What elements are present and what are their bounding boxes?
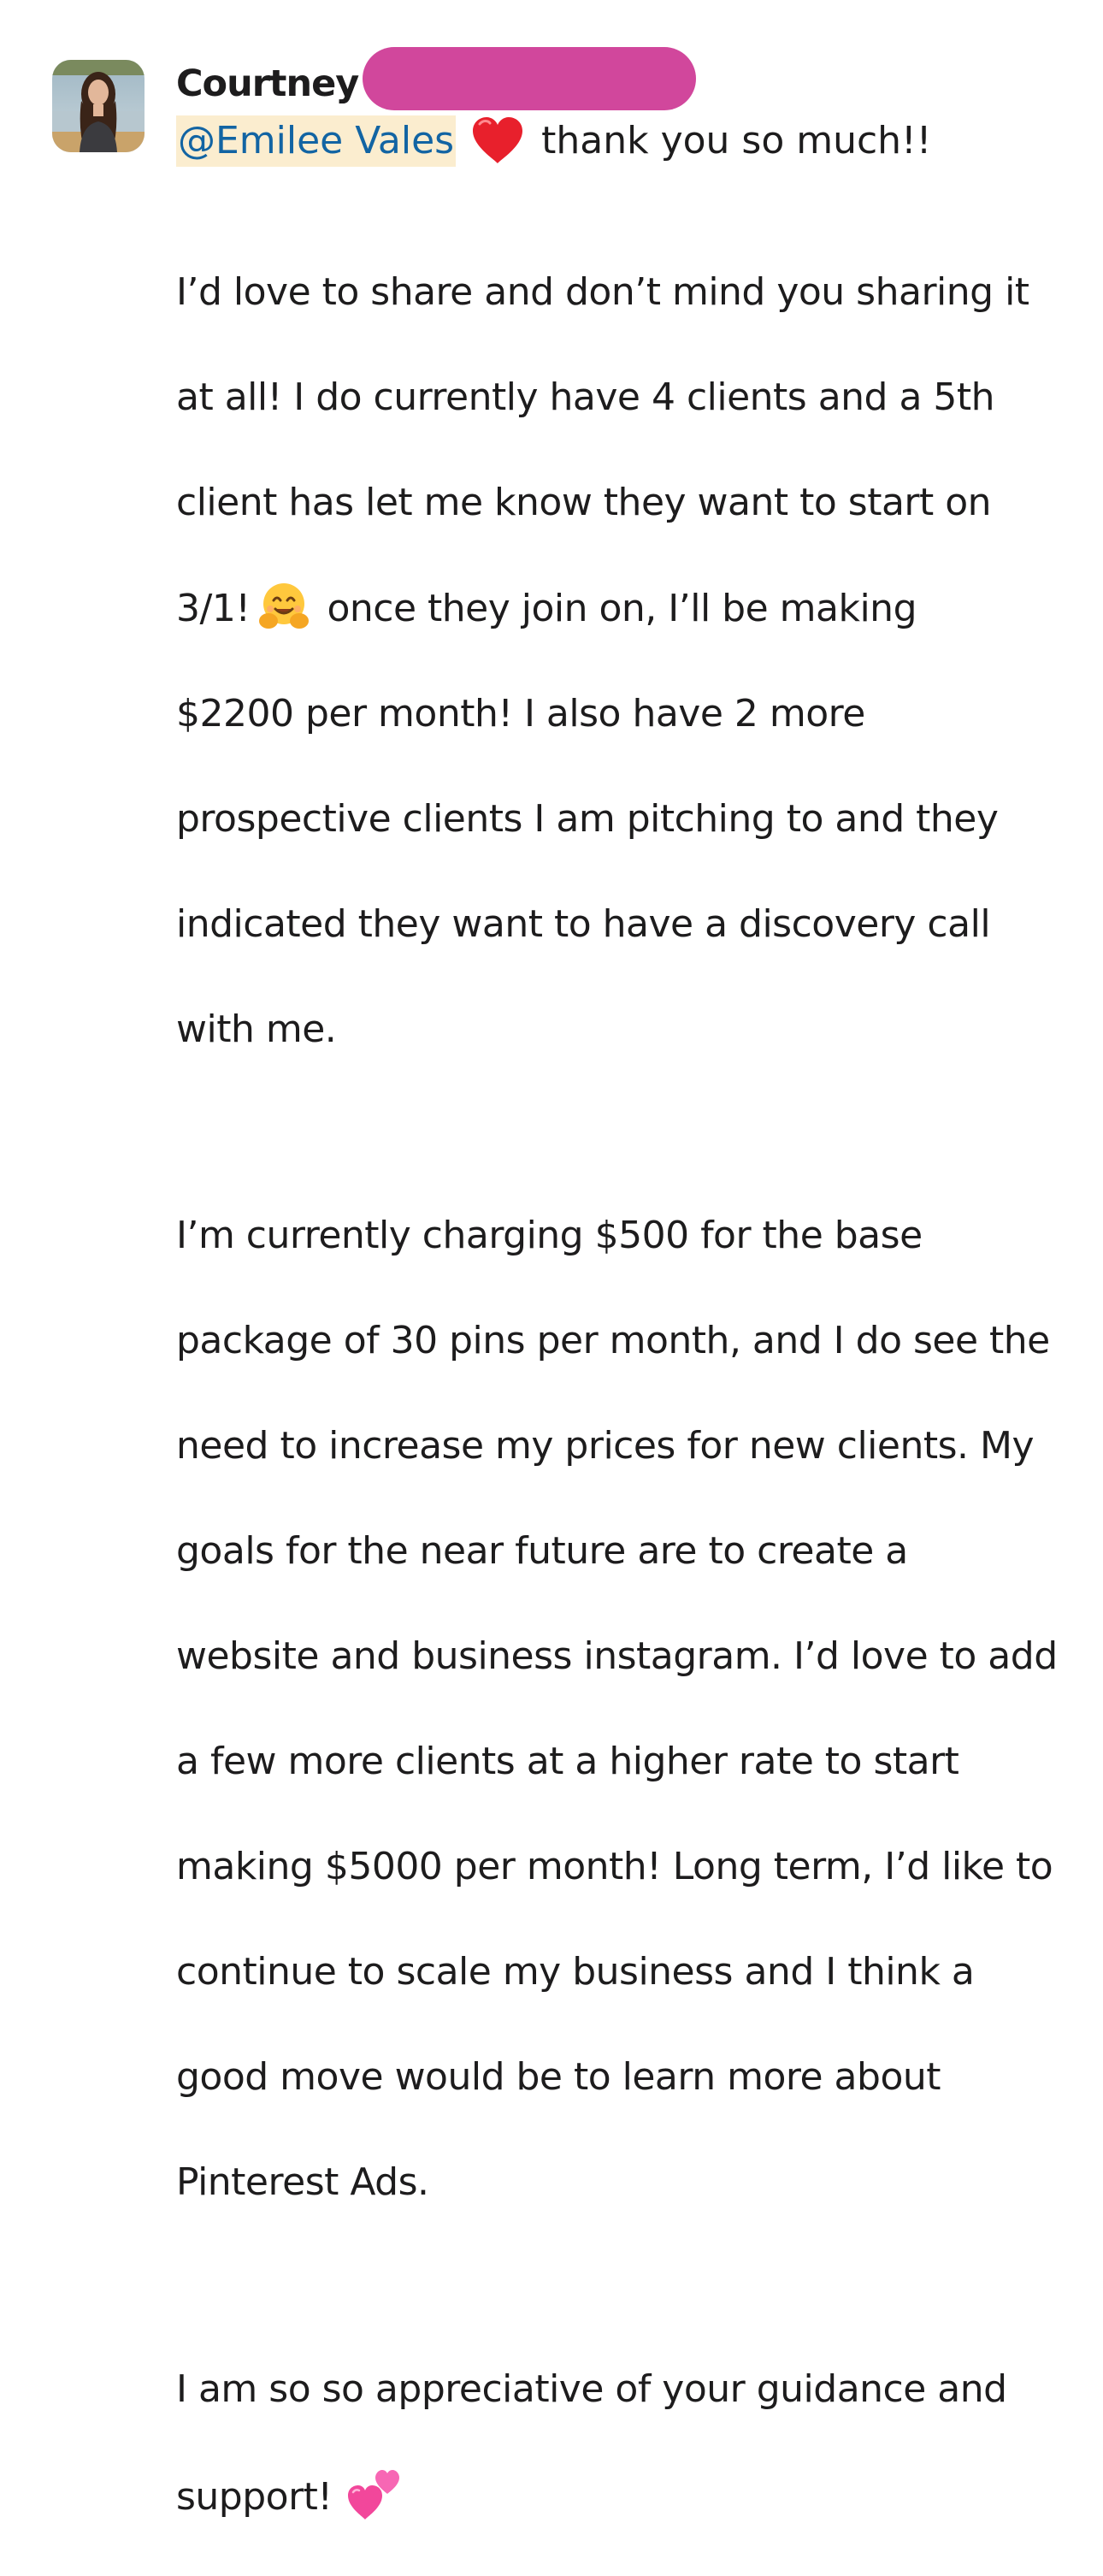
two-hearts-icon: [347, 2469, 399, 2520]
author-name[interactable]: Courtney: [176, 58, 359, 109]
message-paragraph-2: I’m currently charging $500 for the base…: [176, 1157, 1082, 2262]
paragraph-line-with-emoji: support!: [176, 2468, 1082, 2524]
hugging-face-icon: [259, 582, 310, 629]
thanks-text: thank you so much!!: [541, 119, 932, 162]
paragraph-line: I am so so appreciative of your guidance…: [176, 2366, 1007, 2411]
paragraph-line: need to increase my prices for new clien…: [176, 1424, 1035, 1468]
paragraph-line: continue to scale my business and I thin…: [176, 1950, 975, 1994]
red-heart-icon: [473, 117, 523, 163]
paragraph-text: once they join on, I’ll be making: [327, 586, 917, 630]
paragraph-line: I’m currently charging $500 for the base: [176, 1214, 923, 1257]
message-content: Courtney @Emilee Vales thank you so much…: [176, 47, 1082, 2576]
paragraph-line: website and business instagram. I’d love…: [176, 1634, 1058, 1678]
paragraph-line: I’d love to share and don’t mind you sha…: [176, 269, 1029, 314]
message-paragraph-1: I’d love to share and don’t mind you sha…: [176, 213, 1082, 1108]
paragraph-line: good move would be to learn more about: [176, 2055, 941, 2099]
paragraph-line-with-emoji: 3/1! once they join on, I’ll be making: [176, 582, 1082, 635]
paragraph-text: support!: [176, 2474, 333, 2519]
paragraph-line: goals for the near future are to create …: [176, 1529, 908, 1573]
first-line: @Emilee Vales thank you so much!!: [176, 115, 1082, 168]
date-text: 3/1!: [176, 586, 251, 630]
paragraph-line: with me.: [176, 1007, 337, 1051]
avatar[interactable]: [52, 60, 145, 152]
paragraph-line: a few more clients at a higher rate to s…: [176, 1740, 959, 1783]
paragraph-line: package of 30 pins per month, and I do s…: [176, 1319, 1050, 1362]
paragraph-line: indicated they want to have a discovery …: [176, 901, 991, 946]
paragraph-line: at all! I do currently have 4 clients an…: [176, 375, 995, 419]
message-paragraph-3: I am so so appreciative of your guidance…: [176, 2310, 1082, 2576]
paragraph-line: making $5000 per month! Long term, I’d l…: [176, 1845, 1053, 1888]
paragraph-line: Pinterest Ads.: [176, 2160, 429, 2204]
paragraph-line: prospective clients I am pitching to and…: [176, 796, 999, 841]
avatar-photo: [52, 60, 145, 152]
paragraph-line: client has let me know they want to star…: [176, 480, 992, 524]
user-mention[interactable]: @Emilee Vales: [176, 115, 457, 167]
paragraph-line: $2200 per month! I also have 2 more: [176, 691, 865, 736]
redaction-block: [363, 47, 696, 110]
message-header: Courtney: [176, 47, 1082, 115]
slack-message: Courtney @Emilee Vales thank you so much…: [0, 0, 1103, 2520]
